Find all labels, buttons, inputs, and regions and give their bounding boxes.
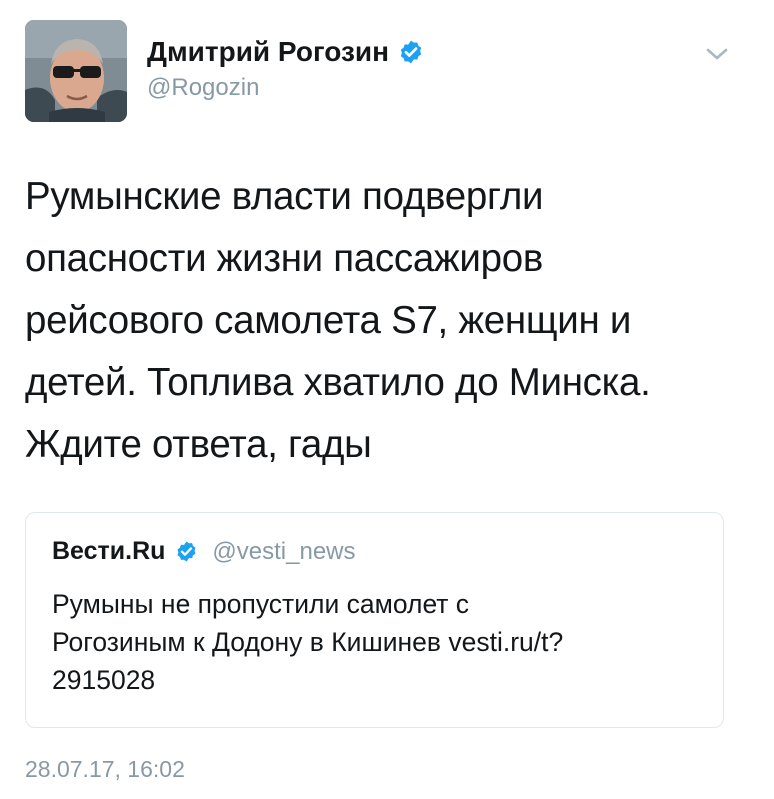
avatar-photo — [25, 20, 127, 122]
tweet-text-line: детей. Топлива хватило до Минска. — [25, 361, 651, 404]
tweet-text-line: рейсового самолета S7, женщин и — [25, 299, 632, 342]
avatar[interactable] — [25, 20, 127, 122]
quoted-text-line: Румыны не пропустили самолет с — [52, 589, 470, 619]
quoted-author-handle: @vesti_news — [212, 537, 356, 565]
quoted-tweet[interactable]: Вести.Ru @vesti_news Румыны не пропустил… — [25, 512, 724, 728]
author-name[interactable]: Дмитрий Рогозин — [147, 36, 389, 68]
quoted-tweet-header: Вести.Ru @vesti_news — [52, 537, 356, 566]
tweet-text: Румынские власти подвергли опасности жиз… — [25, 166, 745, 476]
quoted-author-name: Вести.Ru — [52, 537, 166, 565]
tweet-text-line: Румынские власти подвергли — [25, 175, 544, 218]
tweet-timestamp[interactable]: 28.07.17, 16:02 — [25, 756, 185, 783]
quoted-tweet-text: Румыны не пропустили самолет с Рогозиным… — [52, 585, 702, 699]
quoted-text-line: Рогозиным к Додону в Кишинев vesti.ru/t? — [52, 627, 564, 657]
quoted-text-line: 2915028 — [52, 665, 156, 695]
verified-badge-icon — [177, 541, 196, 562]
tweet-text-line: Ждите ответа, гады — [25, 423, 372, 466]
verified-badge-icon — [400, 40, 422, 64]
author-handle[interactable]: @Rogozin — [147, 74, 259, 102]
tweet-text-line: опасности жизни пассажиров — [25, 237, 543, 280]
chevron-down-icon[interactable] — [703, 42, 731, 66]
author-name-row[interactable]: Дмитрий Рогозин — [147, 36, 424, 68]
